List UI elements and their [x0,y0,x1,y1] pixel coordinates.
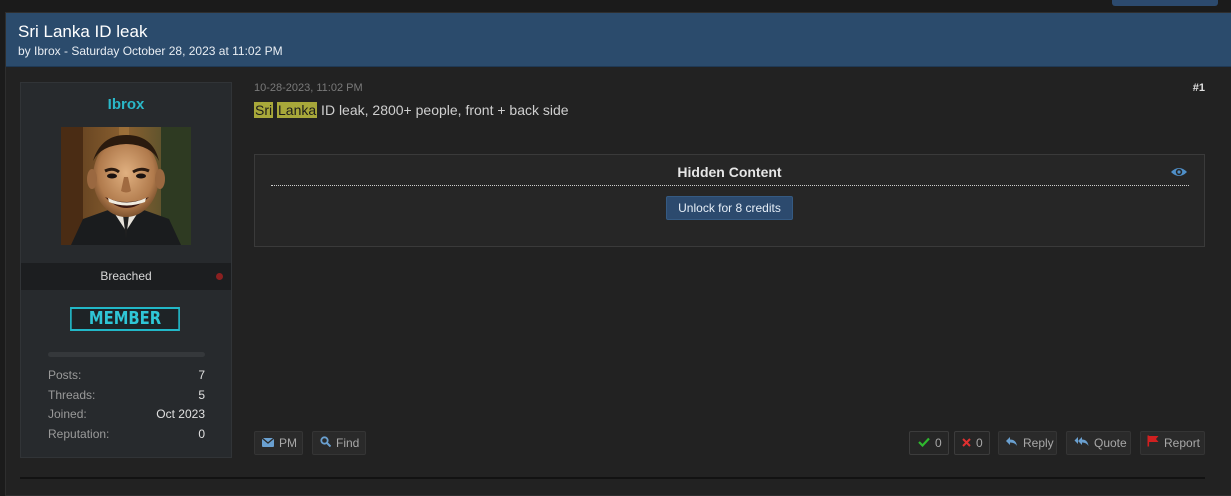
stat-value: 7 [198,368,205,382]
stat-posts: Posts: 7 [48,368,205,388]
stat-label: Joined: [48,407,87,421]
search-highlight: Lanka [277,102,318,118]
quote-button[interactable]: Quote [1066,431,1131,455]
user-panel: Ibrox Breached MEMBER Posts: 7 Threads: … [20,82,232,458]
stat-value: Oct 2023 [156,407,205,421]
search-highlight: Sri [254,102,274,118]
post-date: 10-28-2023, 11:02 PM [254,82,363,94]
quote-icon [1074,432,1089,454]
find-button[interactable]: Find [312,431,366,455]
post-text: ID leak, 2800+ people, front + back side [317,102,569,118]
check-icon [918,432,930,454]
report-label: Report [1164,436,1201,450]
downvote-button[interactable]: 0 [954,431,990,455]
stat-label: Reputation: [48,426,110,441]
username-link[interactable]: Ibrox [21,96,231,113]
stat-threads: Threads: 5 [48,388,205,408]
eye-icon[interactable] [1170,165,1188,179]
status-bar: Breached [21,263,231,290]
hidden-content-box: Hidden Content Unlock for 8 credits [254,154,1205,247]
top-corner-button[interactable] [1112,0,1218,6]
pm-label: PM [279,436,297,450]
report-button[interactable]: Report [1140,431,1205,455]
stat-value: 5 [198,387,205,402]
stat-label: Posts: [48,368,82,382]
find-label: Find [336,436,360,450]
thread-title: Sri Lanka ID leak [18,22,148,41]
x-icon [962,432,971,454]
post-number-link[interactable]: #1 [1193,82,1205,94]
hidden-content-title: Hidden Content [677,164,782,180]
reply-button[interactable]: Reply [998,431,1057,455]
user-stats: Posts: 7 Threads: 5 Joined: Oct 2023 Rep… [48,368,205,446]
stat-reputation: Reputation: 0 [48,427,205,447]
pm-button[interactable]: PM [254,431,303,455]
reputation-bar [48,352,205,357]
rank-badge: MEMBER [70,307,180,331]
upvote-count: 0 [935,436,942,450]
stat-value: 0 [198,426,205,441]
top-strip [0,0,1231,12]
offline-indicator-icon [216,273,223,280]
stat-label: Threads: [48,387,96,402]
unlock-button[interactable]: Unlock for 8 credits [666,196,793,220]
avatar-image [61,127,191,245]
quote-label: Quote [1094,436,1127,450]
upvote-button[interactable]: 0 [909,431,949,455]
avatar[interactable] [61,127,191,245]
post-divider [20,477,1205,479]
reply-icon [1005,432,1018,454]
search-icon [320,432,332,454]
thread-header: Sri Lanka ID leak by Ibrox - Saturday Oc… [6,13,1231,67]
envelope-icon [261,432,275,454]
stat-joined: Joined: Oct 2023 [48,407,205,427]
divider [271,185,1189,186]
flag-icon [1147,432,1159,454]
thread-byline: by Ibrox - Saturday October 28, 2023 at … [18,44,283,58]
post-body: Sri Lanka ID leak, 2800+ people, front +… [254,102,569,118]
downvote-count: 0 [976,436,983,450]
user-status: Breached [100,269,152,283]
reply-label: Reply [1023,436,1054,450]
